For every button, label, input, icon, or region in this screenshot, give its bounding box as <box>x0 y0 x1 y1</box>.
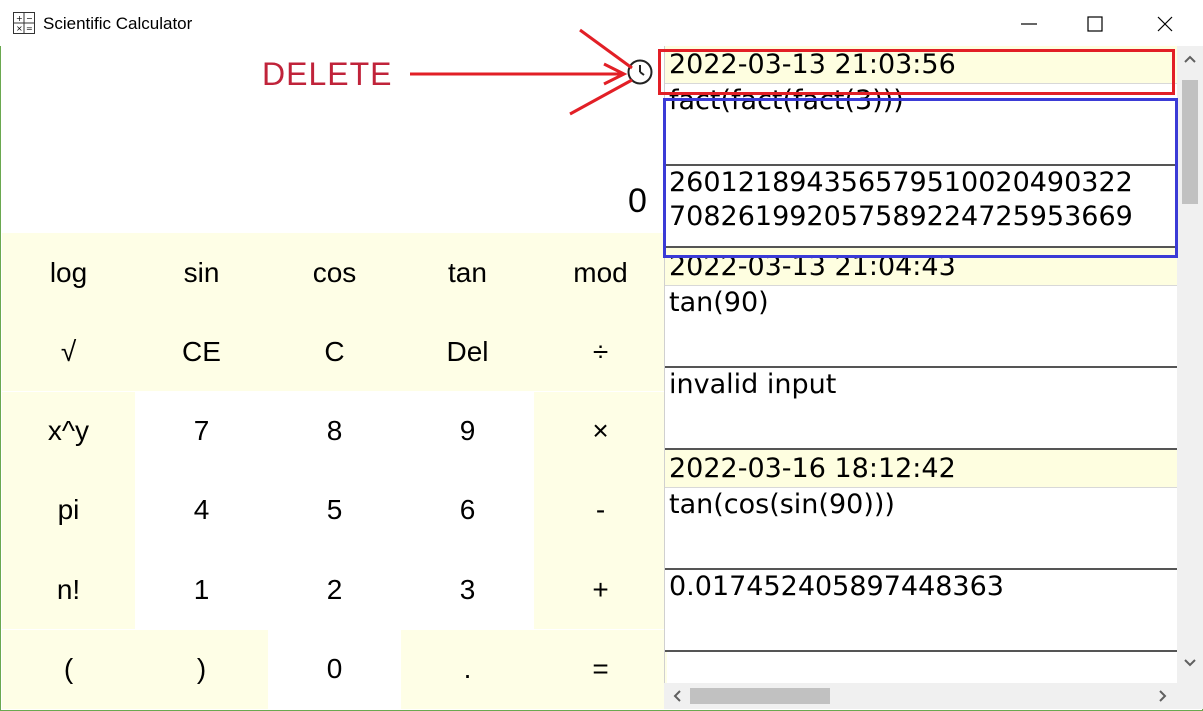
arrow-diagonal-top <box>579 28 633 70</box>
arrow-diagonal-bottom <box>569 78 633 116</box>
annotation-arrows <box>410 28 633 116</box>
